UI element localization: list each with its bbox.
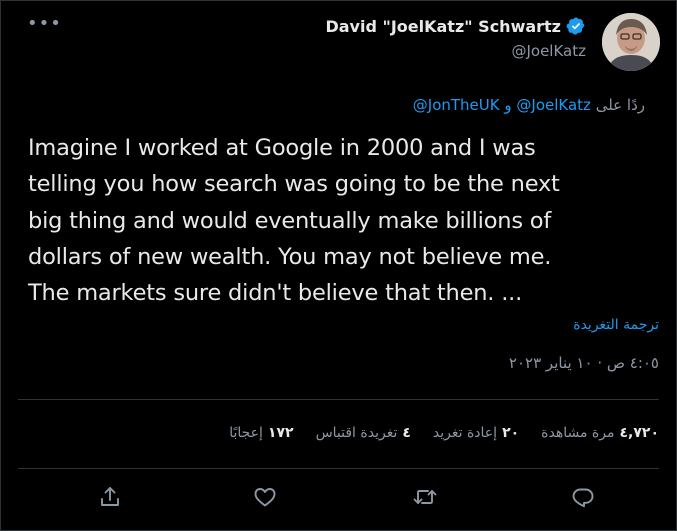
likes-stat[interactable]: ١٧٢ إعجابًا	[229, 425, 293, 441]
replying-to-prefix: ردًا على	[595, 96, 645, 114]
retweets-label: إعادة تغريد	[432, 425, 498, 441]
reply-button[interactable]	[571, 485, 595, 509]
replying-to: ردًا على @JoelKatz و @JonTheUK	[413, 96, 645, 114]
tweet-timestamp[interactable]: ٤:٠٥ ص · ١٠ يناير ٢٠٢٣	[509, 354, 659, 372]
retweets-count: ٢٠	[502, 425, 520, 441]
retweets-stat[interactable]: ٢٠ إعادة تغريد	[433, 425, 519, 441]
retweet-icon	[413, 490, 437, 504]
tweet-text-line: The markets sure didn't believe that the…	[28, 280, 523, 307]
author-display-name[interactable]: David "JoelKatz" Schwartz	[325, 17, 561, 36]
share-button[interactable]	[98, 485, 122, 509]
tweet-text: Imagine I worked at Google in 2000 and I…	[28, 130, 653, 311]
retweet-button[interactable]	[413, 485, 437, 509]
reply-mention-joelkatz[interactable]: @JoelKatz	[516, 96, 591, 114]
stats-bottom-divider	[18, 468, 659, 469]
tweet-card: ••• David "JoelKatz" Schwartz @JoelKatz …	[0, 0, 677, 531]
reply-mention-jontheuk[interactable]: @JonTheUK	[413, 96, 500, 114]
quotes-count: ٤	[402, 425, 411, 441]
author-handle[interactable]: @JoelKatz	[325, 42, 586, 60]
stats-top-divider	[18, 399, 659, 400]
views-label: مرة مشاهدة	[541, 425, 615, 441]
tweet-author[interactable]: David "JoelKatz" Schwartz @JoelKatz	[325, 14, 586, 61]
heart-icon	[254, 488, 276, 507]
views-count: ٤,٧٢٠	[619, 425, 660, 441]
quotes-label: تغريدة اقتباس	[315, 425, 398, 441]
tweet-stats: ٤,٧٢٠ مرة مشاهدة ٢٠ إعادة تغريد ٤ تغريدة…	[229, 425, 659, 441]
tweet-text-line: telling you how search was going to be t…	[28, 171, 560, 198]
tweet-text-line: Imagine I worked at Google in 2000 and I…	[28, 135, 536, 161]
avatar[interactable]	[602, 13, 660, 71]
reply-icon	[572, 488, 594, 508]
author-name-row: David "JoelKatz" Schwartz	[325, 14, 586, 38]
tweet-text-line: big thing and would eventually make bill…	[28, 207, 552, 234]
more-horizontal-icon: •••	[27, 13, 62, 34]
quotes-stat[interactable]: ٤ تغريدة اقتباس	[316, 425, 411, 441]
likes-label: إعجابًا	[229, 425, 263, 441]
like-button[interactable]	[253, 485, 277, 509]
tweet-actions	[1, 477, 676, 517]
tweet-text-line: dollars of new wealth. You may not belie…	[28, 243, 552, 270]
avatar-image	[602, 13, 660, 71]
share-icon	[101, 487, 119, 506]
verified-badge-icon[interactable]	[566, 16, 586, 36]
reply-conjunction: و	[504, 96, 512, 114]
more-options-button[interactable]: •••	[27, 15, 61, 37]
translate-tweet-link[interactable]: ترجمة التغريدة	[573, 317, 659, 333]
likes-count: ١٧٢	[267, 425, 294, 441]
views-stat[interactable]: ٤,٧٢٠ مرة مشاهدة	[541, 425, 659, 441]
